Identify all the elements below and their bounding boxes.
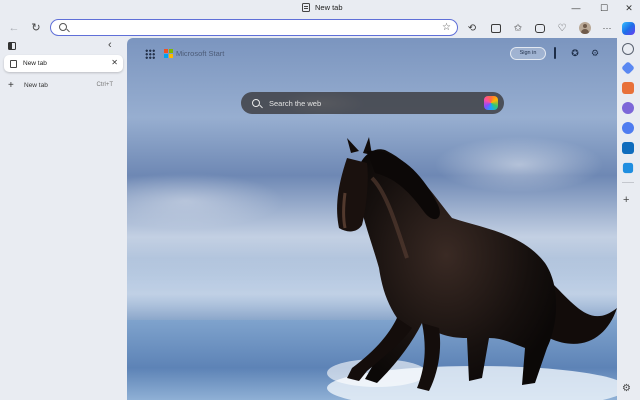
horse-background-image — [327, 137, 617, 400]
window-title-group: New tab — [302, 3, 343, 12]
sidebar-shopping-icon[interactable] — [621, 61, 635, 75]
close-window-button[interactable]: ✕ — [622, 2, 636, 14]
search-icon — [252, 99, 260, 107]
logo-square — [168, 53, 173, 58]
sidebar-add-icon[interactable]: + — [623, 194, 629, 206]
mobile-device-icon[interactable] — [549, 47, 561, 60]
close-tab-icon[interactable]: ✕ — [111, 58, 118, 67]
sidebar-copilot-icon[interactable] — [622, 122, 634, 134]
vertical-tabs-pane: ‹ New tab ✕ + New tab Ctrl+T — [0, 38, 127, 400]
collections-icon[interactable] — [533, 21, 547, 35]
profile-avatar[interactable] — [578, 21, 592, 35]
page-icon — [10, 59, 17, 68]
brand-name: Microsoft Start — [176, 49, 225, 58]
microsoft-start-logo[interactable]: Microsoft Start — [164, 49, 224, 58]
sidebar-divider — [622, 182, 634, 183]
back-button[interactable]: ← — [6, 20, 22, 36]
new-tab-page: Microsoft Start Sign in ✪ ⚙ Search the w… — [127, 38, 617, 400]
tab-label: New tab — [23, 60, 47, 67]
web-search-box[interactable]: Search the web — [241, 92, 504, 114]
sidebar-settings-icon[interactable]: ⚙ — [622, 383, 631, 394]
sign-in-button[interactable]: Sign in — [510, 47, 546, 60]
right-sidebar: + ⚙ — [617, 38, 640, 400]
maximize-button[interactable]: ☐ — [597, 2, 611, 14]
microsoft-logo-icon — [164, 49, 173, 58]
extensions-icon[interactable]: ⟲ — [465, 21, 479, 35]
search-icon — [59, 23, 67, 31]
rewards-icon[interactable]: ✪ — [569, 47, 581, 60]
favorite-icon[interactable]: ☆ — [442, 21, 451, 35]
tab-new-tab[interactable]: New tab ✕ — [4, 55, 123, 72]
sidebar-search-icon[interactable] — [622, 43, 634, 55]
logo-square — [168, 49, 173, 54]
favorites-icon[interactable]: ✩ — [511, 21, 525, 35]
title-bar: New tab — ☐ ✕ — [0, 0, 640, 18]
logo-square — [164, 53, 169, 58]
split-screen-icon[interactable] — [489, 21, 503, 35]
copilot-icon[interactable] — [621, 21, 635, 35]
address-bar[interactable]: ☆ — [50, 19, 458, 36]
new-tab-label: New tab — [24, 81, 48, 89]
plus-icon: + — [8, 79, 14, 91]
search-input[interactable]: Search the web — [269, 99, 321, 108]
new-tab-shortcut: Ctrl+T — [96, 82, 114, 88]
browser-essentials-icon[interactable]: ♡ — [555, 21, 569, 35]
page-icon — [302, 3, 310, 12]
sidebar-tools-icon[interactable] — [622, 82, 634, 94]
sidebar-drop-icon[interactable] — [622, 162, 634, 174]
collapse-pane-icon[interactable]: ‹ — [108, 39, 112, 51]
copilot-icon[interactable] — [484, 96, 498, 110]
toolbar: ← ↻ ☆ ⟲ ✩ ♡ ··· — [0, 18, 640, 38]
page-settings-icon[interactable]: ⚙ — [589, 47, 601, 60]
tab-actions-icon[interactable] — [8, 42, 16, 50]
more-menu-icon[interactable]: ··· — [600, 21, 614, 35]
refresh-button[interactable]: ↻ — [28, 20, 44, 36]
window-title: New tab — [315, 3, 343, 12]
apps-launcher-icon[interactable] — [145, 49, 155, 59]
sidebar-outlook-icon[interactable] — [622, 142, 634, 154]
new-tab-button[interactable]: + New tab Ctrl+T — [4, 78, 123, 92]
minimize-button[interactable]: — — [569, 2, 583, 14]
logo-square — [164, 49, 169, 54]
sidebar-games-icon[interactable] — [622, 102, 634, 114]
